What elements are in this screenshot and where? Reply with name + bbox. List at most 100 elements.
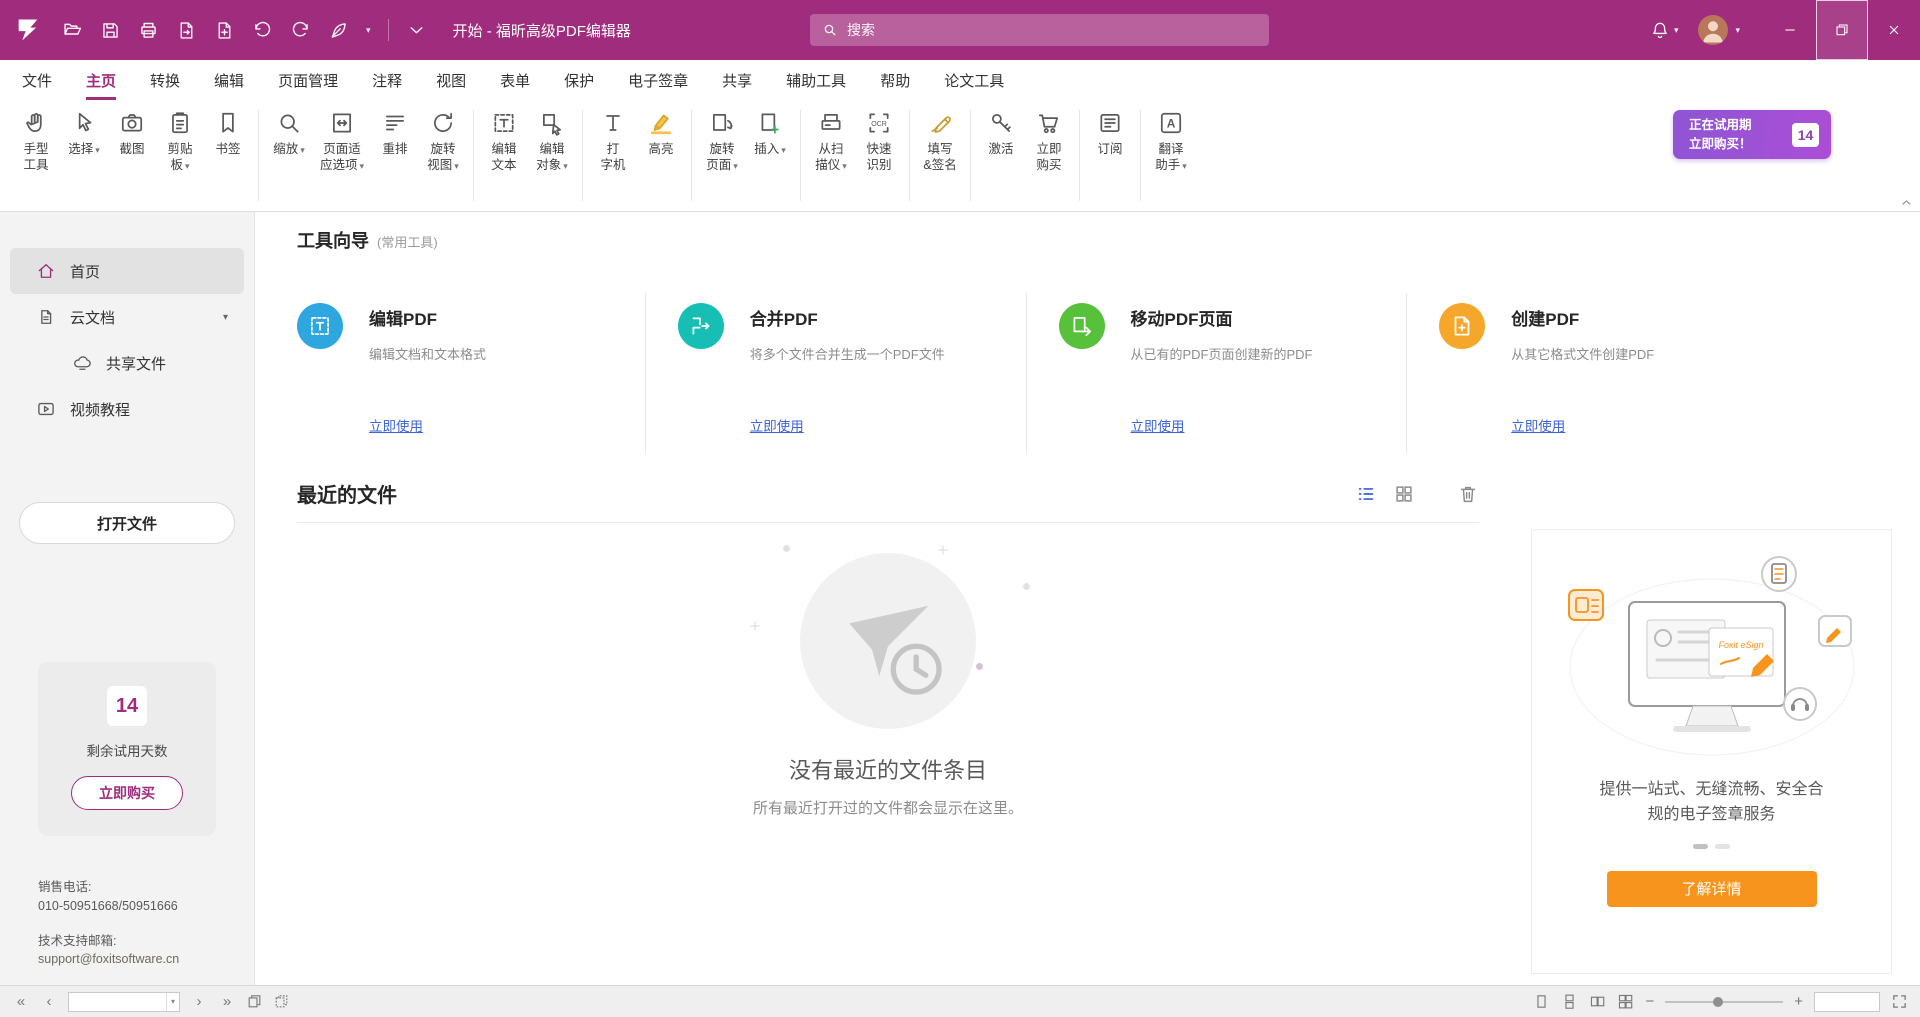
menu-item-10[interactable]: 共享 [722,60,752,100]
menu-item-2[interactable]: 转换 [150,60,180,100]
account-button[interactable]: ▾ [1698,15,1740,45]
next-view-icon[interactable] [273,993,290,1010]
last-page-button[interactable]: » [218,993,236,1010]
sidebar-item-1[interactable]: 云文档▾ [10,294,244,340]
ribbon-pagefit-button[interactable]: 页面适应选项▾ [313,106,371,174]
menu-item-7[interactable]: 表单 [500,60,530,100]
typewriter-icon [600,110,626,136]
zoom-slider-knob[interactable] [1713,997,1723,1007]
menu-item-8[interactable]: 保护 [564,60,594,100]
save-icon[interactable] [100,20,121,41]
menu-item-4[interactable]: 页面管理 [278,60,338,100]
minimize-button[interactable] [1764,0,1816,60]
menu-item-0[interactable]: 文件 [22,60,52,100]
learn-more-button[interactable]: 了解详情 [1607,871,1817,907]
collapse-ribbon-icon[interactable] [1899,195,1914,210]
home-icon [36,261,56,281]
redo-icon[interactable] [290,20,311,41]
menu-item-12[interactable]: 帮助 [880,60,910,100]
export-icon[interactable] [176,20,197,41]
chevron-down-icon: ▾ [1674,25,1679,36]
menu-item-9[interactable]: 电子签章 [628,60,688,100]
menu-item-3[interactable]: 编辑 [214,60,244,100]
ribbon-rotatepage-button[interactable]: 旋转页面▾ [698,106,746,174]
notifications-button[interactable]: ▾ [1650,20,1679,40]
search-input[interactable]: 搜索 [810,14,1269,46]
close-button[interactable] [1868,0,1920,60]
ribbon-scanner-button[interactable]: 从扫描仪▾ [807,106,855,174]
support-email-link[interactable]: support@foxitsoftware.cn [38,950,179,969]
print-icon[interactable] [138,20,159,41]
sidebar-item-3[interactable]: 视频教程 [10,386,244,432]
prev-page-button[interactable]: ‹ [40,993,58,1010]
ribbon-clipboard-button[interactable]: 剪贴板▾ [156,106,204,174]
menu-item-6[interactable]: 视图 [436,60,466,100]
cart-icon [1036,110,1062,136]
sidebar-item-0[interactable]: 首页 [10,248,244,294]
zoom-slider[interactable] [1665,1001,1783,1003]
tool-card: 编辑PDF编辑文档和文本格式立即使用 [297,293,645,453]
ribbon-edittext-button[interactable]: 编辑文本 [480,106,528,174]
ribbon-editobject-button[interactable]: 编辑对象▾ [528,106,576,174]
buy-now-button[interactable]: 立即购买 [71,776,183,810]
ribbon-highlight-button[interactable]: 高亮 [637,106,685,157]
zoom-level-input[interactable] [1814,992,1880,1012]
collapse-icon[interactable] [406,20,427,41]
ribbon-fillsign-button[interactable]: 填写&签名 [916,106,964,174]
ribbon-rotateview-button[interactable]: 旋转视图▾ [419,106,467,174]
trial-buy-badge[interactable]: 正在试用期 立即购买！ 14 [1673,110,1831,159]
signtool-icon[interactable] [328,20,349,41]
facing-view-icon[interactable] [1589,993,1606,1010]
chevron-down-icon[interactable]: ▾ [366,25,371,36]
fullscreen-icon[interactable] [1891,993,1908,1010]
use-now-link[interactable]: 立即使用 [1511,415,1565,435]
carousel-dot[interactable] [1693,844,1708,849]
continuous-facing-view-icon[interactable] [1617,993,1634,1010]
carousel-dot[interactable] [1715,844,1730,849]
ribbon-zoom-button[interactable]: 缩放▾ [265,106,313,157]
zoom-out-button[interactable]: − [1645,994,1654,1009]
zoom-in-button[interactable]: + [1794,994,1803,1009]
ribbon-bookmark-button[interactable]: 书签 [204,106,252,157]
grid-view-icon[interactable] [1393,483,1415,505]
ribbon-cart-button[interactable]: 立即购买 [1025,106,1073,174]
prev-view-icon[interactable] [246,993,263,1010]
continuous-view-icon[interactable] [1561,993,1578,1010]
camera-icon [119,110,145,136]
next-page-button[interactable]: › [190,993,208,1010]
open-icon[interactable] [62,20,83,41]
page-number-input[interactable]: ▾ [68,992,180,1012]
ribbon-cursor-button[interactable]: 选择▾ [60,106,108,157]
list-view-icon[interactable] [1355,483,1377,505]
ribbon-ocr-button[interactable]: OCR快速识别 [855,106,903,174]
chevron-down-icon[interactable]: ▾ [223,312,228,323]
open-file-button[interactable]: 打开文件 [19,502,235,544]
ribbon-hand-button[interactable]: 手型工具 [12,106,60,174]
ribbon-insert-button[interactable]: 插入▾ [746,106,794,157]
esign-illustration: Foxit eSign [1557,552,1867,770]
ribbon-reflow-button[interactable]: 重排 [371,106,419,157]
create-icon[interactable] [214,20,235,41]
menu-item-11[interactable]: 辅助工具 [786,60,846,100]
trash-icon[interactable] [1457,483,1479,505]
ribbon-typewriter-button[interactable]: 打字机 [589,106,637,174]
ribbon-subscribe-button[interactable]: 订阅 [1086,106,1134,157]
ribbon-translate-button[interactable]: A翻译助手▾ [1147,106,1195,174]
chevron-down-icon[interactable]: ▾ [166,993,175,1011]
first-page-button[interactable]: « [12,993,30,1010]
menu-item-13[interactable]: 论文工具 [944,60,1004,100]
use-now-link[interactable]: 立即使用 [1131,415,1185,435]
menu-item-1[interactable]: 主页 [86,60,116,100]
sidebar-item-2[interactable]: 共享文件 [10,340,244,386]
use-now-link[interactable]: 立即使用 [369,415,423,435]
ribbon-camera-button[interactable]: 截图 [108,106,156,157]
single-page-view-icon[interactable] [1533,993,1550,1010]
sharecloud-icon [72,353,92,373]
promo-text-line1: 提供一站式、无缝流畅、安全合 [1532,778,1891,803]
undo-icon[interactable] [252,20,273,41]
menu-item-5[interactable]: 注释 [372,60,402,100]
sparkle-decoration [748,619,762,633]
restore-button[interactable] [1816,0,1868,60]
ribbon-activate-button[interactable]: 激活 [977,106,1025,157]
use-now-link[interactable]: 立即使用 [750,415,804,435]
